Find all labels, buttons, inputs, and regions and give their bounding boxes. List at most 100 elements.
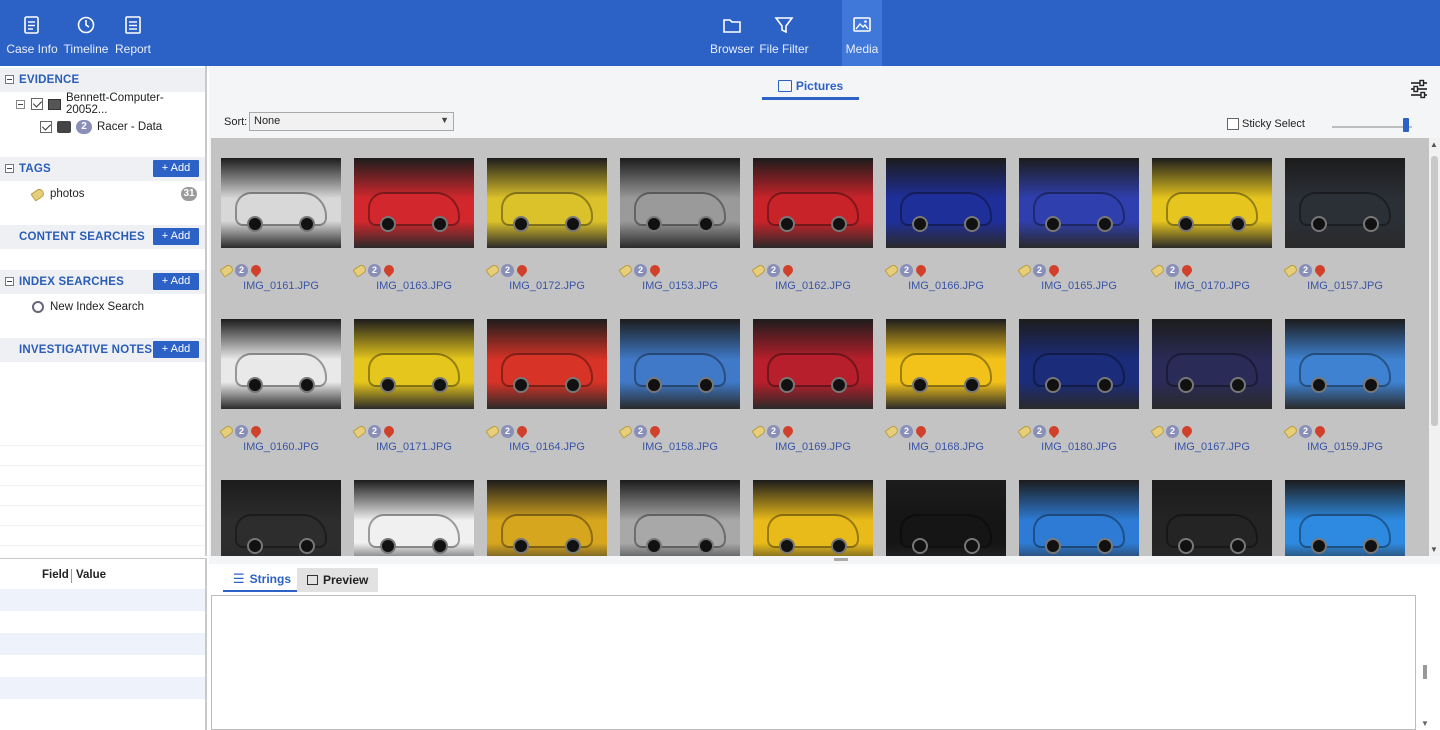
thumbnail-item[interactable]: 2 IMG_0153.JPG [610, 138, 743, 298]
thumbnail-item[interactable]: 2 IMG_0172.JPG [477, 138, 610, 298]
thumbnail-item[interactable]: 2 IMG_0159.JPG [1275, 299, 1408, 459]
index-searches-header[interactable]: INDEX SEARCHES + Add [0, 270, 205, 294]
thumbnail-item[interactable] [610, 460, 743, 556]
thumbnail-item[interactable]: 2 IMG_0180.JPG [1009, 299, 1142, 459]
thumbnail-image[interactable] [753, 158, 873, 248]
sticky-select-toggle[interactable]: Sticky Select [1227, 118, 1305, 130]
add-index-search-button[interactable]: + Add [153, 273, 199, 290]
thumbnail-image[interactable] [1152, 480, 1272, 556]
thumbnail-image[interactable] [221, 158, 341, 248]
browser-button[interactable]: Browser [708, 0, 756, 66]
thumbnail-item[interactable]: 2 IMG_0170.JPG [1142, 138, 1275, 298]
add-note-button[interactable]: + Add [153, 341, 199, 358]
thumbnail-image[interactable] [354, 480, 474, 556]
thumbnail-item[interactable] [743, 460, 876, 556]
case-info-button[interactable]: Case Info [4, 0, 60, 66]
investigative-notes-header[interactable]: INVESTIGATIVE NOTES + Add [0, 338, 205, 362]
zoom-slider-thumb[interactable] [1402, 118, 1409, 132]
thumbnail-item[interactable]: 2 IMG_0161.JPG [211, 138, 344, 298]
thumbnail-image[interactable] [487, 319, 607, 409]
evidence-computer-item[interactable]: Bennett-Computer-20052... [16, 92, 205, 116]
content-searches-header[interactable]: CONTENT SEARCHES + Add [0, 225, 205, 249]
tags-section-header[interactable]: TAGS + Add [0, 157, 205, 181]
evidence-section-header[interactable]: EVIDENCE [0, 68, 205, 92]
thumbnail-image[interactable] [1019, 480, 1139, 556]
thumbnail-image[interactable] [620, 158, 740, 248]
zoom-slider-track[interactable] [1332, 126, 1412, 128]
thumbnail-image[interactable] [886, 319, 1006, 409]
thumbnail-item[interactable]: 2 IMG_0158.JPG [610, 299, 743, 459]
thumbnail-item[interactable]: 2 IMG_0163.JPG [344, 138, 477, 298]
thumbnail-image[interactable] [753, 319, 873, 409]
media-view: Pictures Sort: None ▼ Sticky Select 2 IMG… [209, 66, 1440, 556]
strings-scrollbar[interactable]: ▼ [1418, 595, 1432, 730]
horizontal-splitter[interactable] [209, 556, 1440, 564]
sort-dropdown[interactable]: None ▼ [249, 112, 454, 131]
scroll-down-icon[interactable]: ▼ [1421, 719, 1429, 728]
thumbnail-item[interactable]: 2 IMG_0171.JPG [344, 299, 477, 459]
thumbnail-item[interactable] [876, 460, 1009, 556]
thumbnail-item[interactable]: 2 IMG_0162.JPG [743, 138, 876, 298]
thumbnail-item[interactable] [211, 460, 344, 556]
splitter-grip[interactable] [834, 558, 848, 561]
evidence-source-item[interactable]: 2 Racer - Data [40, 117, 162, 137]
tab-preview[interactable]: Preview [297, 568, 379, 592]
thumbnail-image[interactable] [886, 158, 1006, 248]
media-button[interactable]: Media [842, 0, 882, 66]
tab-pictures[interactable]: Pictures [762, 74, 859, 100]
collapse-icon[interactable] [16, 99, 25, 109]
thumbnail-image[interactable] [620, 480, 740, 556]
thumbnail-image[interactable] [886, 480, 1006, 556]
thumbnail-image[interactable] [620, 319, 740, 409]
thumbnail-item[interactable]: 2 IMG_0167.JPG [1142, 299, 1275, 459]
thumbnail-image[interactable] [1019, 319, 1139, 409]
thumbnail-image[interactable] [1019, 158, 1139, 248]
thumbnail-image[interactable] [1285, 158, 1405, 248]
index-search-item[interactable]: New Index Search [32, 297, 144, 317]
thumbnail-image[interactable] [487, 158, 607, 248]
thumbnail-image[interactable] [354, 158, 474, 248]
thumbnail-item[interactable]: 2 IMG_0165.JPG [1009, 138, 1142, 298]
thumbnail-image[interactable] [1285, 319, 1405, 409]
strings-content[interactable] [211, 595, 1416, 730]
report-button[interactable]: Report [112, 0, 154, 66]
thumbnail-image[interactable] [1152, 319, 1272, 409]
view-settings-icon[interactable] [1408, 78, 1430, 100]
source-checkbox[interactable] [40, 121, 52, 133]
thumbnail-image[interactable] [354, 319, 474, 409]
thumbnail-image[interactable] [1285, 480, 1405, 556]
thumbnail-item[interactable] [477, 460, 610, 556]
thumbnail-item[interactable] [1142, 460, 1275, 556]
gallery-scrollbar[interactable]: ▲ ▼ [1429, 138, 1440, 556]
collapse-icon[interactable] [5, 277, 14, 286]
thumbnail-gallery: 2 IMG_0161.JPG 2 IMG_0163.JPG 2 IMG_0172.JPG 2… [211, 138, 1429, 556]
thumbnail-item[interactable]: 2 IMG_0168.JPG [876, 299, 1009, 459]
evidence-checkbox[interactable] [30, 98, 43, 110]
thumbnail-item[interactable]: 2 IMG_0166.JPG [876, 138, 1009, 298]
thumbnail-item[interactable] [1009, 460, 1142, 556]
collapse-icon[interactable] [5, 75, 14, 84]
thumbnail-image[interactable] [221, 319, 341, 409]
add-tag-button[interactable]: + Add [153, 160, 199, 177]
thumbnail-image[interactable] [1152, 158, 1272, 248]
collapse-icon[interactable] [5, 164, 14, 173]
scroll-up-icon[interactable]: ▲ [1430, 140, 1438, 149]
tab-strings[interactable]: ☰ Strings [223, 568, 301, 592]
scrollbar-thumb[interactable] [1431, 156, 1438, 426]
thumbnail-item[interactable] [344, 460, 477, 556]
timeline-button[interactable]: Timeline [62, 0, 110, 66]
thumbnail-item[interactable]: 2 IMG_0160.JPG [211, 299, 344, 459]
thumbnail-item[interactable] [1275, 460, 1408, 556]
sticky-select-checkbox[interactable] [1227, 118, 1239, 130]
scrollbar-thumb[interactable] [1423, 665, 1427, 679]
add-content-search-button[interactable]: + Add [153, 228, 199, 245]
thumbnail-item[interactable]: 2 IMG_0157.JPG [1275, 138, 1408, 298]
thumbnail-image[interactable] [753, 480, 873, 556]
scroll-down-icon[interactable]: ▼ [1430, 545, 1438, 554]
thumbnail-item[interactable]: 2 IMG_0169.JPG [743, 299, 876, 459]
thumbnail-image[interactable] [221, 480, 341, 556]
file-filter-button[interactable]: File Filter [758, 0, 810, 66]
tag-item-photos[interactable]: photos 31 [30, 184, 202, 204]
thumbnail-item[interactable]: 2 IMG_0164.JPG [477, 299, 610, 459]
thumbnail-image[interactable] [487, 480, 607, 556]
